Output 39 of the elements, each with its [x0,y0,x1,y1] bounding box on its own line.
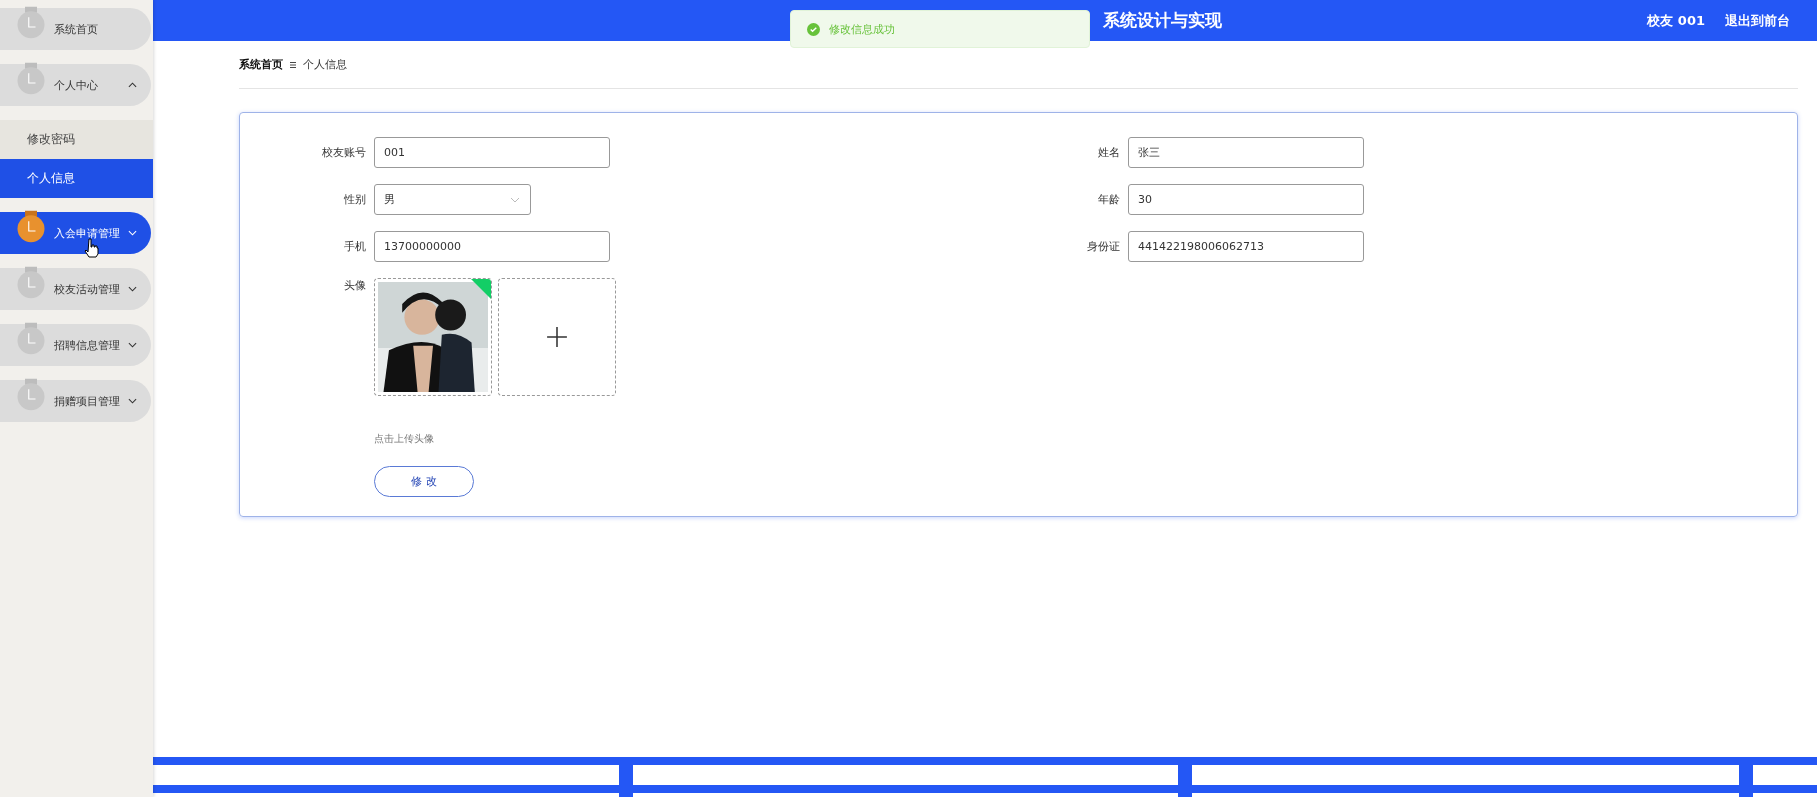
field-label: 姓名 [1097,145,1120,160]
menu-item[interactable]: 校友活动管理 [0,268,151,310]
submit-button[interactable]: 修 改 [374,466,474,497]
chevron-down-icon [510,196,520,203]
plus-icon [546,326,568,348]
menu-item[interactable]: 系统首页 [0,8,151,50]
submenu-item[interactable]: 个人信息 [0,159,153,198]
separator-icon [289,60,297,69]
menu-item[interactable]: 个人中心 [0,64,151,106]
chevron-down-icon [128,398,137,404]
input-field[interactable]: 001 [374,137,610,168]
field-label: 校友账号 [321,145,366,160]
hand-cursor-icon [84,238,100,258]
field-label: 手机 [343,239,366,254]
success-icon [807,22,820,36]
upload-success-icon [471,279,491,299]
header-title: 系统设计与实现 [1103,9,1223,32]
field-label: 身份证 [1086,239,1120,254]
input-field[interactable]: 张三 [1128,137,1364,168]
upload-hint: 点击上传头像 [374,432,435,446]
menu-item[interactable]: 捐赠项目管理 [0,380,151,422]
input-field[interactable]: 441422198006062713 [1128,231,1364,262]
chevron-down-icon [128,286,137,292]
user-name: 校友 001 [1647,11,1705,30]
field-label: 头像 [343,278,366,293]
breadcrumb-link[interactable]: 系统首页 [239,57,283,72]
toast-message: 修改信息成功 [829,21,895,37]
chevron-down-icon [128,342,137,348]
submenu-item[interactable]: 修改密码 [0,120,153,159]
select-field[interactable]: 男 [374,184,531,215]
field-label: 性别 [343,192,366,207]
breadcrumb-item: 个人信息 [303,57,347,72]
chevron-down-icon [128,230,137,236]
menu-item[interactable]: 招聘信息管理 [0,324,151,366]
chevron-up-icon [128,82,137,88]
input-field[interactable]: 13700000000 [374,231,610,262]
input-field[interactable]: 30 [1128,184,1364,215]
field-label: 年龄 [1097,192,1120,207]
exit-link[interactable]: 退出到前台 [1725,11,1790,30]
